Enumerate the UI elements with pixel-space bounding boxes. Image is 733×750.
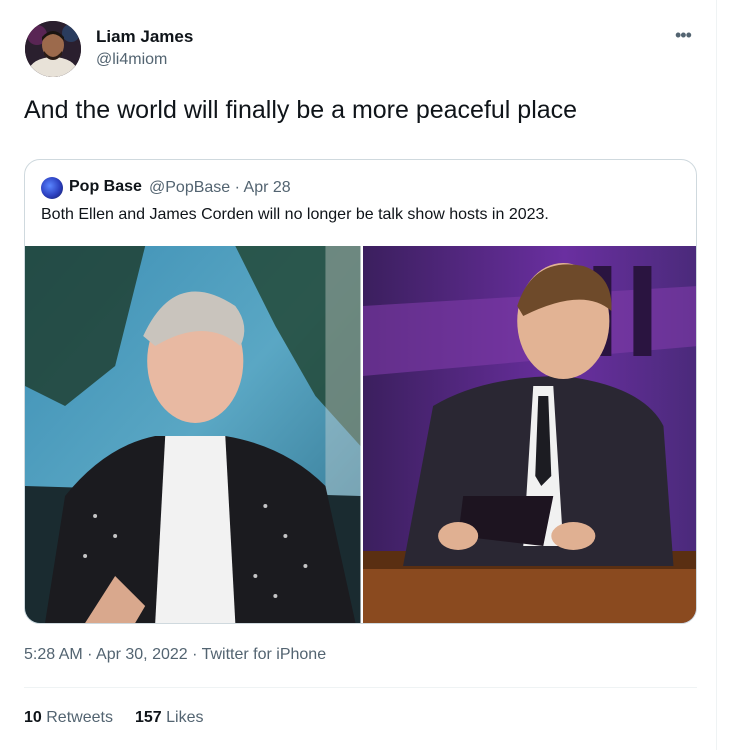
tweet-text: And the world will finally be a more pea… [24,96,578,124]
quoted-avatar[interactable] [41,177,63,199]
media-grid [25,246,696,623]
quoted-author-name[interactable]: Pop Base [69,178,142,196]
avatar-image [25,21,81,77]
tweet: Liam James @li4miom ••• And the world wi… [0,0,717,750]
author-handle[interactable]: @li4miom [96,51,167,69]
quoted-tweet-text: Both Ellen and James Corden will no long… [41,206,549,223]
photo-right-image [362,246,696,623]
quoted-author-meta: @PopBase · Apr 28 [149,179,291,196]
retweets-stat[interactable]: 10 Retweets [24,709,113,727]
likes-stat[interactable]: 157 Likes [135,709,204,727]
quoted-tweet[interactable]: Pop Base @PopBase · Apr 28 Both Ellen an… [24,159,697,624]
photo-left-image [25,246,361,623]
retweets-label: Retweets [46,709,113,726]
more-icon[interactable]: ••• [675,26,697,44]
likes-label: Likes [166,709,204,726]
photo-right[interactable] [362,246,696,623]
engagement-stats: 10 Retweets 157 Likes [24,709,203,727]
likes-count: 157 [134,709,162,726]
tweet-timestamp[interactable]: 5:28 AM · Apr 30, 2022 · Twitter for iPh… [24,646,326,664]
photo-left[interactable] [25,246,361,623]
avatar[interactable] [25,21,81,77]
divider [24,687,697,688]
author-name[interactable]: Liam James [96,27,193,47]
retweets-count: 10 [24,709,42,726]
